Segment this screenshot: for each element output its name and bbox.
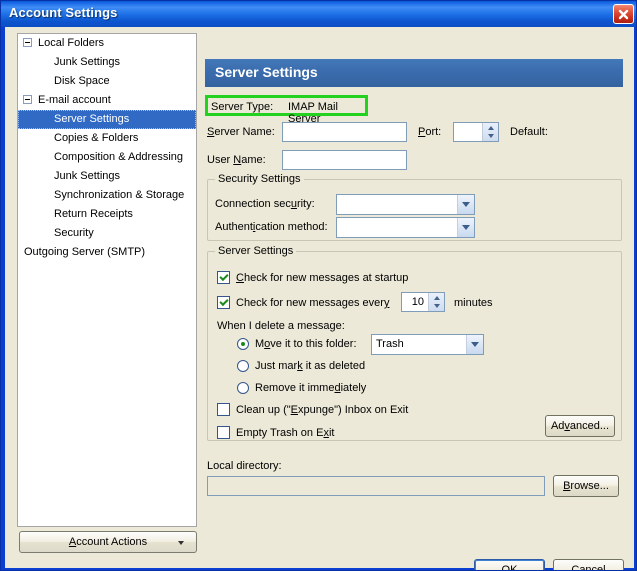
trash-folder-value: Trash [376, 338, 404, 350]
tree-item-local-folders[interactable]: Local Folders [18, 34, 196, 53]
window-title: Account Settings [9, 5, 118, 20]
cancel-button-label: Cancel [571, 564, 606, 571]
tree-item-server-settings[interactable]: Server Settings [18, 110, 196, 129]
tree-item-label: Server Settings [54, 113, 130, 125]
check-new-messages-every-label: Check for new messages every [236, 297, 390, 309]
server-type-label: Server Type: [211, 101, 274, 113]
cleanup-expunge-label: Clean up ("Expunge") Inbox on Exit [236, 404, 409, 416]
tree-item-junk-settings-local[interactable]: Junk Settings [18, 53, 196, 72]
chevron-down-icon [178, 541, 184, 545]
delete-message-prompt: When I delete a message: [217, 320, 345, 332]
dialog-client-area: Local Folders Junk Settings Disk Space E… [5, 27, 634, 571]
minutes-stepper[interactable]: 10 [401, 292, 445, 312]
tree-item-disk-space[interactable]: Disk Space [18, 72, 196, 91]
tree-item-label: Composition & Addressing [54, 151, 184, 163]
delete-option-remove-label: Remove it immediately [255, 382, 367, 394]
empty-trash-exit-label: Empty Trash on Exit [236, 427, 335, 439]
authentication-method-select[interactable] [336, 217, 475, 238]
settings-tree[interactable]: Local Folders Junk Settings Disk Space E… [17, 33, 197, 527]
server-name-label: Server Name: [207, 126, 275, 138]
default-port-label: Default: [510, 126, 548, 138]
port-spinner-arrows-icon[interactable] [482, 123, 498, 141]
account-actions-rest: ccount Actions [76, 536, 148, 548]
account-actions-button[interactable]: Account Actions [19, 531, 197, 553]
local-directory-label: Local directory: [207, 460, 282, 472]
chevron-down-icon[interactable] [457, 218, 474, 237]
tree-item-security[interactable]: Security [18, 224, 196, 243]
collapse-minus-icon[interactable] [23, 95, 32, 104]
tree-item-label: Return Receipts [54, 208, 133, 220]
cleanup-expunge-checkbox[interactable] [217, 403, 230, 416]
tree-item-return-receipts[interactable]: Return Receipts [18, 205, 196, 224]
empty-trash-exit-checkbox[interactable] [217, 426, 230, 439]
chevron-down-icon[interactable] [466, 335, 483, 354]
check-new-messages-every-checkbox[interactable] [217, 296, 230, 309]
delete-option-mark-radio[interactable] [237, 360, 249, 372]
cancel-button[interactable]: Cancel [553, 559, 624, 571]
check-new-messages-startup-label: Check for new messages at startup [236, 272, 409, 284]
tree-item-label: Disk Space [54, 75, 110, 87]
advanced-button-label: Advanced... [550, 420, 610, 432]
tree-item-label: Junk Settings [54, 56, 121, 68]
minutes-spinner-arrows-icon[interactable] [428, 293, 444, 311]
port-stepper[interactable] [453, 122, 499, 142]
close-icon[interactable] [613, 4, 634, 24]
delete-option-move-radio[interactable] [237, 338, 249, 350]
server-type-highlight: Server Type: IMAP Mail Server [205, 95, 368, 125]
ok-button-label: OK [501, 564, 518, 571]
tree-item-copies-folders[interactable]: Copies & Folders [18, 129, 196, 148]
account-settings-window: Account Settings Local Folders Junk Sett… [0, 0, 637, 571]
ok-button[interactable]: OK [474, 559, 545, 571]
tree-item-label: Security [54, 227, 94, 239]
user-name-label: User Name: [207, 154, 266, 166]
pane-header: Server Settings [205, 59, 623, 87]
connection-security-label: Connection security: [215, 198, 315, 210]
delete-option-mark-label: Just mark it as deleted [255, 360, 366, 372]
tree-item-email-account[interactable]: E-mail account [18, 91, 196, 110]
tree-item-label: E-mail account [38, 94, 111, 106]
tree-item-composition-addressing[interactable]: Composition & Addressing [18, 148, 196, 167]
account-actions-label: Account Actions [68, 536, 148, 548]
local-directory-input[interactable] [207, 476, 545, 496]
server-name-input[interactable] [282, 122, 407, 142]
minutes-value: 10 [411, 296, 424, 308]
tree-item-label: Outgoing Server (SMTP) [24, 246, 146, 258]
connection-security-select[interactable] [336, 194, 475, 215]
tree-item-outgoing-server-smtp[interactable]: Outgoing Server (SMTP) [18, 243, 196, 262]
browse-button-label: Browse... [563, 480, 609, 492]
minutes-suffix-label: minutes [454, 297, 493, 309]
title-bar: Account Settings [1, 1, 636, 27]
page-title: Server Settings [215, 64, 318, 80]
browse-button[interactable]: Browse... [553, 475, 619, 497]
tree-item-label: Junk Settings [54, 170, 121, 182]
port-label: Port: [418, 126, 442, 138]
tree-item-junk-settings-account[interactable]: Junk Settings [18, 167, 196, 186]
tree-item-label: Copies & Folders [54, 132, 139, 144]
check-new-messages-startup-checkbox[interactable] [217, 271, 230, 284]
user-name-input[interactable] [282, 150, 407, 170]
server-settings-group-title: Server Settings [215, 245, 297, 257]
tree-item-label: Local Folders [38, 37, 105, 49]
authentication-method-label: Authentication method: [215, 221, 328, 233]
delete-option-remove-radio[interactable] [237, 382, 249, 394]
security-settings-title: Security Settings [215, 173, 304, 185]
tree-item-synchronization-storage[interactable]: Synchronization & Storage [18, 186, 196, 205]
chevron-down-icon[interactable] [457, 195, 474, 214]
delete-option-move-label: Move it to this folder: [255, 338, 357, 350]
tree-item-label: Synchronization & Storage [54, 189, 185, 201]
collapse-minus-icon[interactable] [23, 38, 32, 47]
trash-folder-select[interactable]: Trash [371, 334, 484, 355]
advanced-button[interactable]: Advanced... [545, 415, 615, 437]
